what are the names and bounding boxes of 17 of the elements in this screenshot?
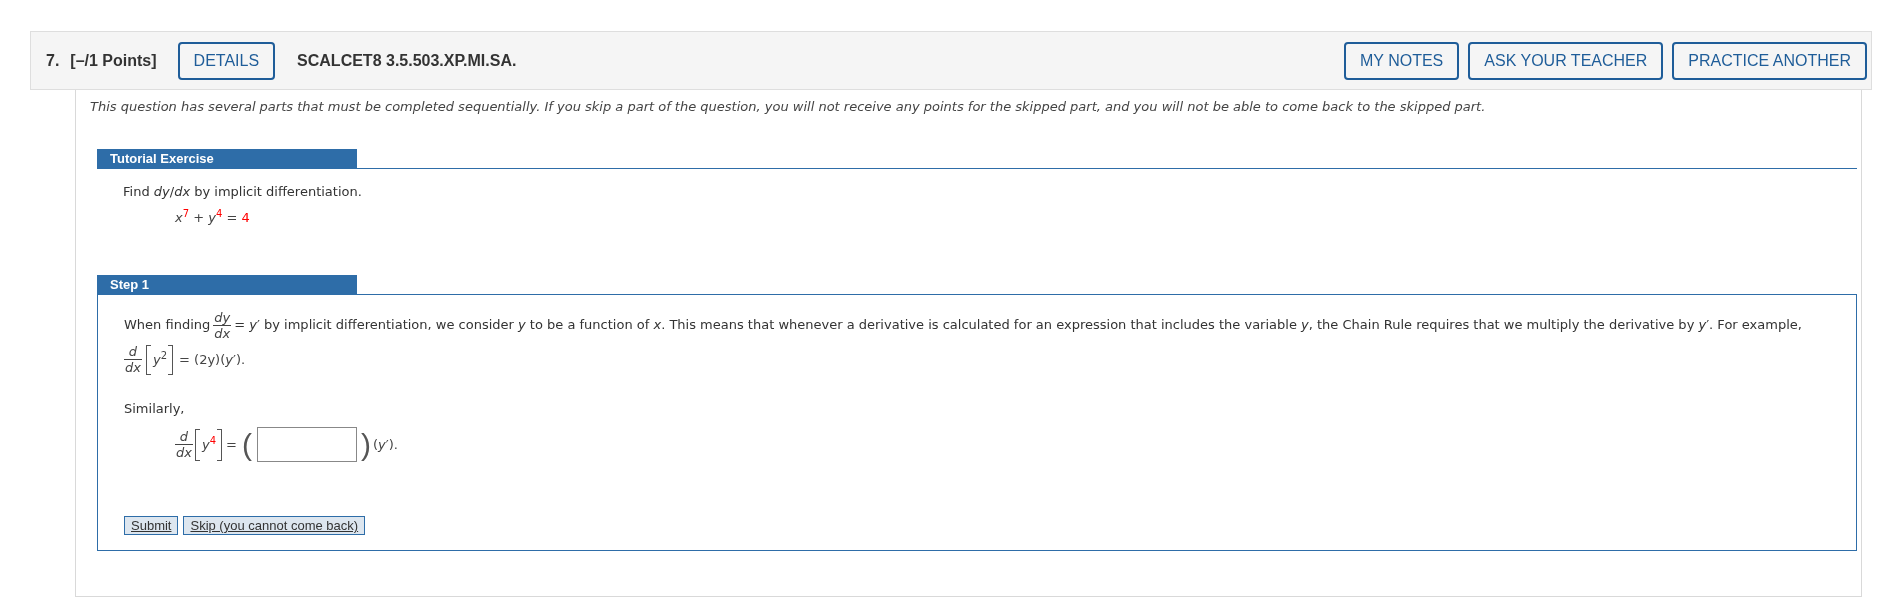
question-points: [–/1 Points] xyxy=(70,51,157,70)
submit-button[interactable]: Submit xyxy=(124,516,179,535)
section-title: Step 1 xyxy=(97,275,357,294)
similarly-text: Similarly, xyxy=(124,401,185,417)
skip-button[interactable]: Skip (you cannot come back) xyxy=(183,516,366,535)
question-code: SCALCET8 3.5.503.XP.MI.SA. xyxy=(297,51,517,70)
practice-button[interactable]: PRACTICE ANOTHER xyxy=(1672,41,1867,80)
problem-prompt: Find dy/dx by implicit differentiation. xyxy=(123,183,362,201)
details-button[interactable]: DETAILS xyxy=(177,41,276,80)
equation: x$^{7}$ + y$^{4}$ = 4 xyxy=(175,209,250,227)
question-number: 7. xyxy=(46,51,60,70)
section-title: Tutorial Exercise xyxy=(97,149,357,168)
math-expression: )(y′). xyxy=(359,429,398,460)
ask-teacher-button[interactable]: ASK YOUR TEACHER xyxy=(1468,41,1664,80)
answer-field[interactable] xyxy=(256,427,357,462)
notes-button[interactable]: MY NOTES xyxy=(1344,41,1460,80)
instructions-text: This question has several parts that must be completed sequentially. If you skip a part of the question, you will not receive any points for the skipped part, and you will not be able to come back to the skipped part. xyxy=(90,99,1486,115)
